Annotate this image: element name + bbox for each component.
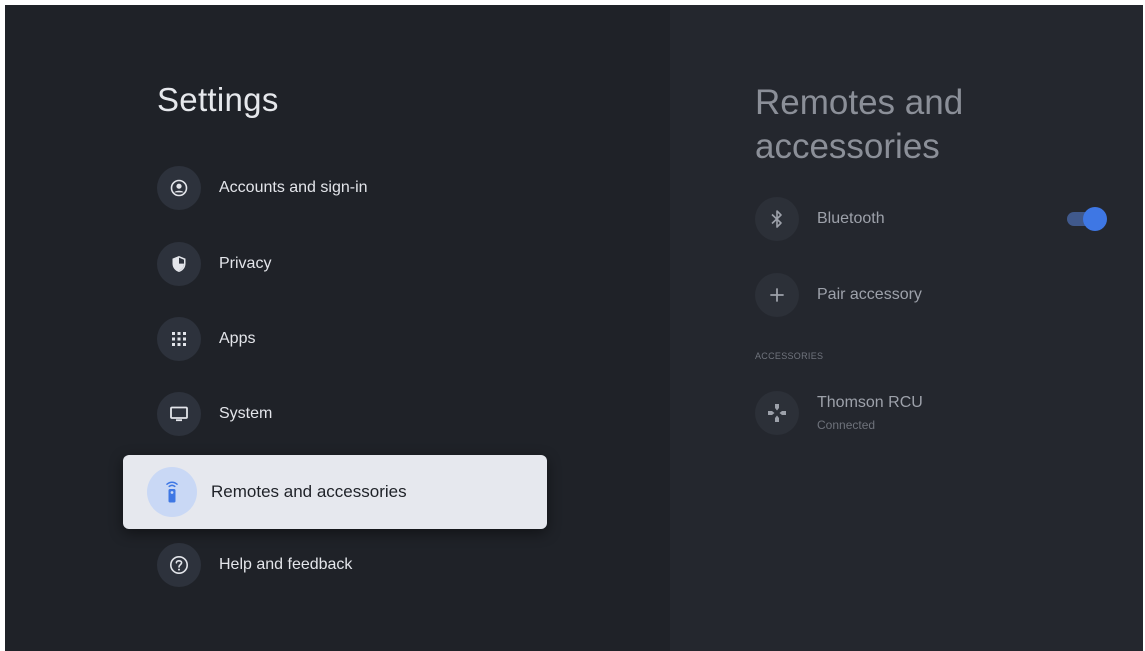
accessory-thomson-rcu[interactable]: Thomson RCU Connected (755, 391, 923, 435)
menu-item-label: Privacy (219, 255, 272, 272)
tv-screen: Settings Accounts and sign-in Privacy Ap… (5, 5, 1143, 651)
menu-item-label: Apps (219, 330, 256, 347)
help-icon (157, 543, 201, 587)
bluetooth-icon (755, 197, 799, 241)
bluetooth-row[interactable]: Bluetooth (755, 197, 885, 241)
accessory-name: Thomson RCU (817, 394, 923, 411)
menu-item-label: Accounts and sign-in (219, 179, 368, 196)
bluetooth-toggle[interactable] (1067, 207, 1107, 231)
accessory-status: Connected (817, 418, 876, 432)
apps-grid-icon (157, 317, 201, 361)
menu-item-system[interactable]: System (157, 392, 272, 436)
page-title: Settings (157, 81, 279, 118)
menu-item-apps[interactable]: Apps (157, 317, 255, 361)
toggle-thumb (1083, 207, 1107, 231)
menu-item-label: Remotes and accessories (211, 482, 407, 501)
pair-accessory-label: Pair accessory (817, 286, 922, 303)
menu-item-label: Help and feedback (219, 556, 353, 573)
section-header-accessories: ACCESSORIES (755, 351, 824, 361)
menu-item-accounts[interactable]: Accounts and sign-in (157, 166, 368, 210)
menu-item-help-feedback[interactable]: Help and feedback (157, 543, 352, 587)
menu-item-remotes-accessories[interactable]: Remotes and accessories (123, 455, 547, 529)
bluetooth-label: Bluetooth (817, 210, 885, 227)
plus-icon (755, 273, 799, 317)
menu-item-label: System (219, 405, 273, 422)
shield-icon (157, 242, 201, 286)
gamepad-icon (755, 391, 799, 435)
pair-accessory-row[interactable]: Pair accessory (755, 273, 922, 317)
account-circle-icon (157, 166, 201, 210)
monitor-icon (157, 392, 201, 436)
remote-icon (147, 467, 197, 517)
panel-title: Remotes and accessories (755, 83, 964, 166)
menu-item-privacy[interactable]: Privacy (157, 242, 271, 286)
